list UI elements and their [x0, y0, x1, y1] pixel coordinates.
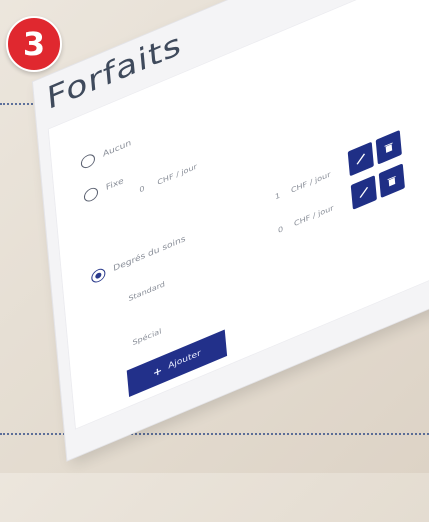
trash-icon	[384, 142, 393, 153]
forfaits-panel: Forfaits Aucun Fixe 0 CHF / jour Degrés …	[33, 0, 429, 522]
pencil-icon	[356, 153, 366, 165]
row-standard-delete-button[interactable]	[375, 129, 402, 165]
row-standard-unit: CHF / jour	[290, 170, 331, 195]
row-special-label: Spécial	[132, 326, 162, 348]
row-special-amount[interactable]: 0	[278, 225, 284, 235]
option-fixe-label: Fixe	[105, 176, 125, 193]
option-aucun-label: Aucun	[102, 138, 132, 160]
row-special-delete-button[interactable]	[378, 163, 405, 199]
row-standard-label: Standard	[128, 279, 166, 304]
panel-card: Forfaits Aucun Fixe 0 CHF / jour Degrés …	[33, 0, 429, 461]
fixe-amount[interactable]: 0	[139, 184, 145, 194]
radio-fixe[interactable]	[83, 185, 99, 204]
radio-aucun[interactable]	[80, 152, 96, 171]
pencil-icon	[359, 186, 369, 198]
option-degres[interactable]: Degrés du soins	[90, 233, 186, 285]
plus-icon: +	[152, 363, 163, 380]
trash-icon	[387, 175, 396, 187]
option-degres-label: Degrés du soins	[112, 234, 186, 274]
fixe-unit: CHF / jour	[157, 162, 198, 187]
row-standard-amount[interactable]: 1	[275, 191, 281, 201]
row-standard-edit-button[interactable]	[347, 141, 374, 177]
row-special-unit: CHF / jour	[293, 203, 334, 229]
option-aucun[interactable]: Aucun	[80, 137, 132, 171]
step-number-badge: 3	[6, 16, 62, 72]
option-fixe[interactable]: Fixe	[83, 175, 124, 204]
row-special-edit-button[interactable]	[350, 175, 377, 210]
add-button-label: Ajouter	[167, 348, 202, 372]
radio-degres[interactable]	[90, 266, 106, 285]
